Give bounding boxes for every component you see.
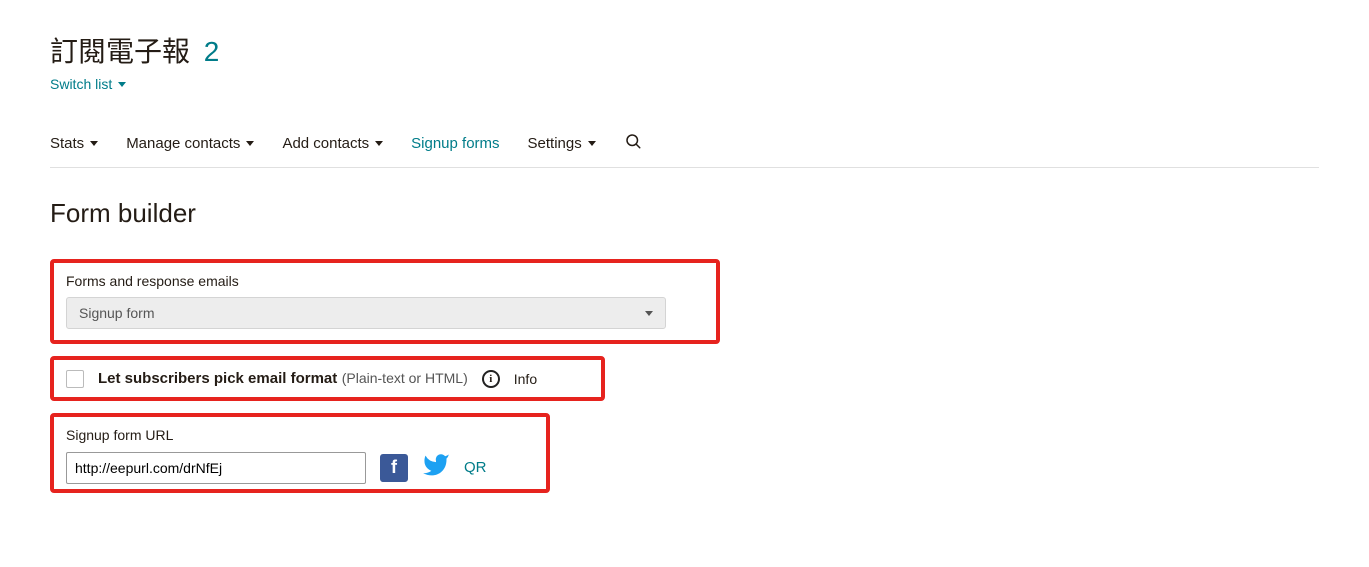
nav-settings[interactable]: Settings	[528, 135, 596, 152]
switch-list-link[interactable]: Switch list	[50, 76, 126, 92]
nav-stats-label: Stats	[50, 135, 84, 152]
nav-add-contacts-label: Add contacts	[282, 135, 369, 152]
form-type-select[interactable]: Signup form	[66, 297, 666, 329]
forms-section-label: Forms and response emails	[66, 273, 704, 289]
nav-signup-forms-label: Signup forms	[411, 135, 499, 152]
page-header-title: 訂閱電子報 2	[50, 30, 1319, 70]
email-format-sublabel: (Plain-text or HTML)	[342, 370, 468, 386]
list-name: 訂閱電子報	[50, 36, 190, 67]
contact-count: 2	[204, 36, 220, 67]
signup-url-label: Signup form URL	[66, 427, 534, 443]
nav-signup-forms[interactable]: Signup forms	[411, 135, 499, 152]
search-icon[interactable]	[624, 132, 642, 155]
chevron-down-icon	[118, 82, 126, 87]
nav-settings-label: Settings	[528, 135, 582, 152]
page-title: Form builder	[50, 198, 1319, 229]
switch-list-label: Switch list	[50, 76, 112, 92]
chevron-down-icon	[246, 141, 254, 146]
email-format-label: Let subscribers pick email format	[98, 370, 337, 387]
facebook-icon[interactable]: f	[380, 454, 408, 482]
email-format-option-highlight: Let subscribers pick email format (Plain…	[50, 356, 605, 401]
chevron-down-icon	[375, 141, 383, 146]
email-format-checkbox[interactable]	[66, 370, 84, 388]
nav-stats[interactable]: Stats	[50, 135, 98, 152]
chevron-down-icon	[645, 311, 653, 316]
twitter-icon[interactable]	[422, 451, 450, 484]
main-nav: Stats Manage contacts Add contacts Signu…	[50, 132, 1319, 168]
signup-url-input[interactable]	[66, 452, 366, 484]
nav-add-contacts[interactable]: Add contacts	[282, 135, 383, 152]
nav-manage-contacts-label: Manage contacts	[126, 135, 240, 152]
chevron-down-icon	[90, 141, 98, 146]
info-icon[interactable]: i	[482, 370, 500, 388]
chevron-down-icon	[588, 141, 596, 146]
qr-link[interactable]: QR	[464, 459, 487, 476]
nav-manage-contacts[interactable]: Manage contacts	[126, 135, 254, 152]
form-type-selected: Signup form	[79, 305, 154, 321]
signup-url-highlight: Signup form URL f QR	[50, 413, 550, 493]
info-text: Info	[514, 371, 537, 387]
forms-section-highlight: Forms and response emails Signup form	[50, 259, 720, 344]
